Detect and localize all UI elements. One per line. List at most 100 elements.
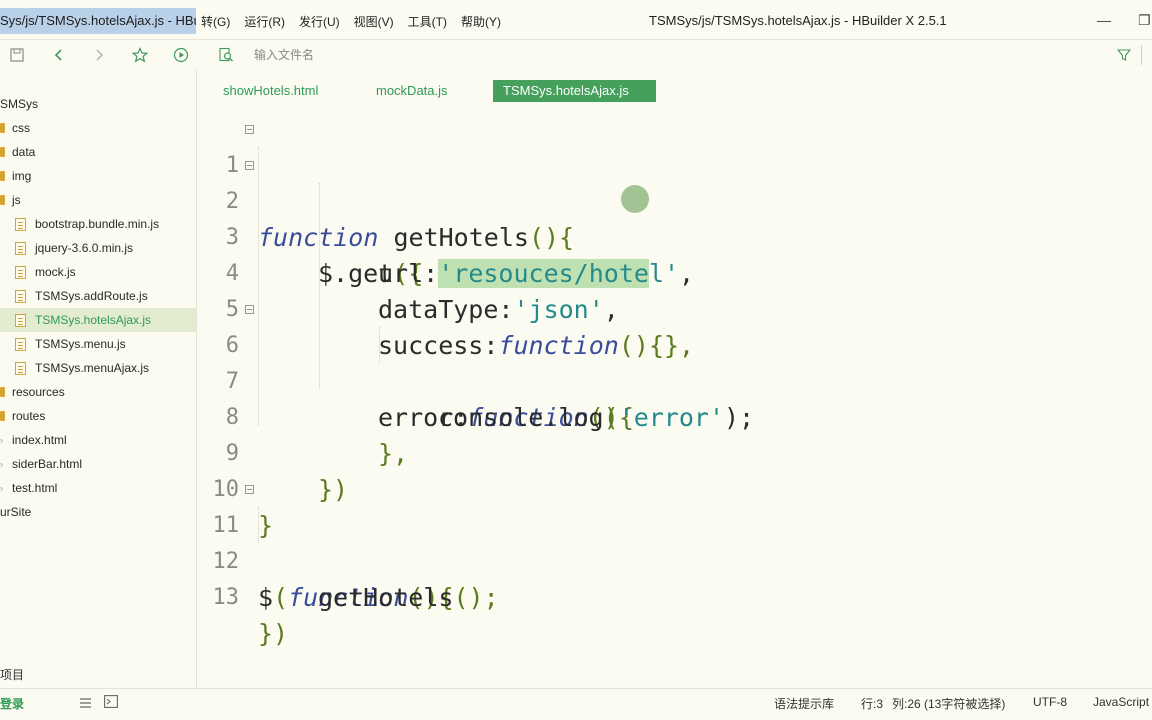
list-icon[interactable]	[79, 696, 92, 714]
encoding-selector[interactable]: UTF-8	[1033, 695, 1067, 709]
menu-publish[interactable]: 发行(U)	[292, 13, 347, 31]
run-icon[interactable]	[170, 44, 192, 66]
tree-folder-resources[interactable]: resources	[0, 380, 196, 404]
favorite-star-icon[interactable]	[129, 44, 151, 66]
minimize-icon[interactable]: —	[1097, 12, 1111, 28]
html-file-icon: ›	[0, 459, 3, 469]
code-line: 12 getHotels();	[198, 508, 1152, 612]
back-icon[interactable]	[48, 44, 70, 66]
cursor-line: 行:3	[861, 697, 884, 711]
menu-view[interactable]: 视图(V)	[347, 13, 401, 31]
js-file-icon	[15, 361, 26, 375]
tree-item-label: img	[12, 169, 32, 183]
fold-toggle-icon[interactable]: −	[245, 485, 254, 494]
tab-mockdata-js[interactable]: mockData.js	[376, 80, 448, 102]
tree-item-label: SMSys	[0, 97, 39, 111]
tree-file-siderbar-html[interactable]: › siderBar.html	[0, 452, 196, 476]
tree-file-test-html[interactable]: › test.html	[0, 476, 196, 500]
code-line: 3 url:'resouces/hotel',	[198, 184, 1152, 288]
editor-tabs: showHotels.html mockData.js TSMSys.hotel…	[198, 69, 1152, 103]
js-file-icon	[15, 289, 26, 303]
js-file-icon	[15, 217, 26, 231]
status-bar: 登录 语法提示库 行:3 列:26 (13字符被选择) UTF-8 JavaSc…	[0, 688, 1152, 720]
tree-file-index-html[interactable]: › index.html	[0, 428, 196, 452]
tree-file-hotelsajax[interactable]: TSMSys.hotelsAjax.js	[0, 308, 196, 332]
folder-icon	[0, 123, 5, 133]
menu-run[interactable]: 运行(R)	[237, 13, 292, 31]
code-line: 13 })	[198, 544, 1152, 648]
fold-toggle-icon[interactable]: −	[245, 161, 254, 170]
save-icon[interactable]	[6, 44, 28, 66]
tab-showhotels-html[interactable]: showHotels.html	[223, 80, 318, 102]
tree-item-label: routes	[12, 409, 46, 423]
file-search-input[interactable]: 输入文件名	[254, 46, 314, 63]
cursor-column: 列:26 (13字符被选择)	[892, 697, 1006, 711]
tree-item-label: css	[12, 121, 30, 135]
tab-hotelsajax-js[interactable]: TSMSys.hotelsAjax.js	[493, 80, 656, 102]
tree-file-menu[interactable]: TSMSys.menu.js	[0, 332, 196, 356]
menu-help[interactable]: 帮助(Y)	[454, 13, 508, 31]
find-file-icon[interactable]	[215, 44, 237, 66]
tree-folder-css[interactable]: css	[0, 116, 196, 140]
hbuilder-window: Sys/js/TSMSys.hotelsAjax.js - HBuil 转(G)…	[0, 0, 1152, 720]
tree-root-yoursite[interactable]: urSite	[0, 500, 196, 524]
tree-item-label: siderBar.html	[12, 457, 83, 471]
code-line: 6 − error:function(){	[198, 292, 1152, 432]
tree-item-label: TSMSys.addRoute.js	[35, 289, 148, 303]
tree-item-label: resources	[12, 385, 65, 399]
restore-icon[interactable]: ❐	[1138, 12, 1151, 29]
tree-file-addroute[interactable]: TSMSys.addRoute.js	[0, 284, 196, 308]
folder-icon	[0, 195, 5, 205]
folder-icon	[0, 387, 5, 397]
code-line: 5 success:function(){},	[198, 256, 1152, 360]
language-selector[interactable]: JavaScript	[1093, 695, 1149, 709]
js-file-icon	[15, 265, 26, 279]
syntax-library-button[interactable]: 语法提示库	[774, 695, 834, 712]
toolbar: 输入文件名	[0, 41, 1152, 69]
project-explorer: SMSys css data img js bootstrap.bundle.m…	[0, 69, 197, 688]
code-line: 11 − $(function(){	[198, 472, 1152, 612]
login-link[interactable]: 登录	[0, 695, 24, 712]
tree-item-label: jquery-3.6.0.min.js	[35, 241, 134, 255]
title-bar: Sys/js/TSMSys.hotelsAjax.js - HBuil 转(G)…	[0, 0, 1152, 40]
folder-icon	[0, 411, 5, 421]
tree-folder-img[interactable]: img	[0, 164, 196, 188]
fold-toggle-icon[interactable]: −	[245, 305, 254, 314]
code-line: 1 − function getHotels(){	[198, 112, 1152, 252]
tree-file-menuajax[interactable]: TSMSys.menuAjax.js	[0, 356, 196, 380]
tree-file-mock[interactable]: mock.js	[0, 260, 196, 284]
tree-item-label: TSMSys.menu.js	[35, 337, 126, 351]
tree-item-label: data	[12, 145, 36, 159]
terminal-icon[interactable]	[104, 695, 118, 713]
menu-tools[interactable]: 工具(T)	[401, 13, 454, 31]
code-editor[interactable]: 1 − function getHotels(){ 2 − $.get({ 3 …	[198, 103, 1152, 688]
line-number: 13	[212, 585, 240, 610]
tree-folder-js[interactable]: js	[0, 188, 196, 212]
window-tab-title[interactable]: Sys/js/TSMSys.hotelsAjax.js - HBuil	[0, 8, 196, 34]
code-text: })	[258, 619, 289, 648]
toolbar-divider	[1141, 45, 1142, 65]
menu-goto[interactable]: 转(G)	[199, 13, 237, 31]
code-text: getHotels();	[318, 583, 499, 612]
code-line: 2 − $.get({	[198, 148, 1152, 288]
tree-item-label: TSMSys.hotelsAjax.js	[35, 313, 152, 327]
tree-file-bootstrap[interactable]: bootstrap.bundle.min.js	[0, 212, 196, 236]
filter-icon[interactable]	[1113, 44, 1135, 66]
window-title: TSMSys/js/TSMSys.hotelsAjax.js - HBuilde…	[649, 13, 947, 28]
fold-toggle-icon[interactable]: −	[245, 125, 254, 134]
tree-item-label: index.html	[12, 433, 67, 447]
tree-root-tsmsys[interactable]: SMSys	[0, 92, 196, 116]
code-line: 7 console.log('error');	[198, 328, 1152, 432]
tree-item-label: test.html	[12, 481, 58, 495]
tree-item-label: bootstrap.bundle.min.js	[35, 217, 160, 231]
js-file-icon	[15, 241, 26, 255]
tree-folder-data[interactable]: data	[0, 140, 196, 164]
project-panel-label[interactable]: 项目	[0, 666, 24, 683]
tree-item-label: mock.js	[35, 265, 76, 279]
tree-file-jquery[interactable]: jquery-3.6.0.min.js	[0, 236, 196, 260]
tree-item-label: js	[12, 193, 21, 207]
forward-icon[interactable]	[88, 44, 110, 66]
tree-folder-routes[interactable]: routes	[0, 404, 196, 428]
html-file-icon: ›	[0, 435, 3, 445]
code-line: 4 dataType:'json',	[198, 220, 1152, 324]
